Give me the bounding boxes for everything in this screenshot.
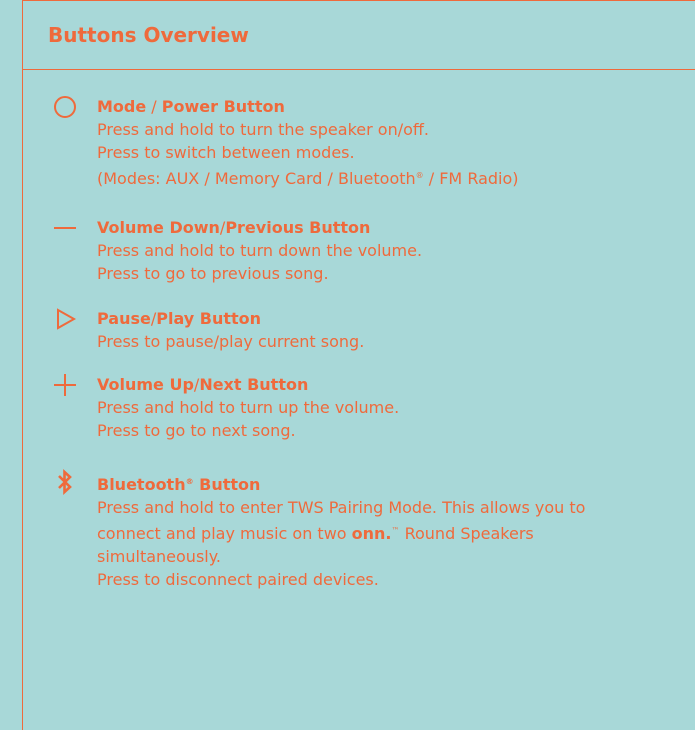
- bluetooth-desc-1: Press and hold to enter TWS Pairing Mode…: [97, 498, 586, 517]
- bluetooth-desc-2: connect and play music on two onn.™ Roun…: [97, 524, 534, 543]
- volume-up-desc-1: Press and hold to turn up the volume.: [97, 398, 400, 417]
- volume-up-text: Volume Up/Next Button Press and hold to …: [97, 373, 695, 442]
- bluetooth-desc-4: Press to disconnect paired devices.: [97, 570, 379, 589]
- pause-play-desc-1: Press to pause/play current song.: [97, 332, 365, 351]
- pause-play-text: Pause/Play Button Press to pause/play cu…: [97, 307, 695, 353]
- bluetooth-title: Bluetooth® Button: [97, 475, 261, 494]
- brand-name: onn.: [351, 524, 392, 543]
- mode-power-desc-1: Press and hold to turn the speaker on/of…: [97, 120, 429, 139]
- volume-down-desc-1: Press and hold to turn down the volume.: [97, 241, 423, 260]
- bluetooth-icon: [50, 469, 80, 495]
- plus-icon: [50, 373, 80, 397]
- bluetooth-text: Bluetooth® Button Press and hold to ente…: [97, 470, 695, 591]
- mode-power-text: Mode / Power Button Press and hold to tu…: [97, 95, 695, 190]
- volume-down-desc-2: Press to go to previous song.: [97, 264, 329, 283]
- volume-up-title: Volume Up/Next Button: [97, 375, 309, 394]
- page-title: Buttons Overview: [48, 23, 249, 47]
- mode-power-desc-2: Press to switch between modes.: [97, 143, 355, 162]
- volume-down-title: Volume Down/Previous Button: [97, 218, 371, 237]
- mode-power-title: Mode / Power Button: [97, 97, 285, 116]
- play-icon: [50, 307, 80, 331]
- volume-down-text: Volume Down/Previous Button Press and ho…: [97, 216, 695, 285]
- bluetooth-desc-3: simultaneously.: [97, 547, 221, 566]
- mode-power-desc-3: (Modes: AUX / Memory Card / Bluetooth® /…: [97, 169, 519, 188]
- circle-icon: [50, 95, 80, 119]
- minus-icon: [50, 216, 80, 240]
- pause-play-title: Pause/Play Button: [97, 309, 262, 328]
- volume-up-desc-2: Press to go to next song.: [97, 421, 296, 440]
- header-bar: Buttons Overview: [22, 0, 695, 70]
